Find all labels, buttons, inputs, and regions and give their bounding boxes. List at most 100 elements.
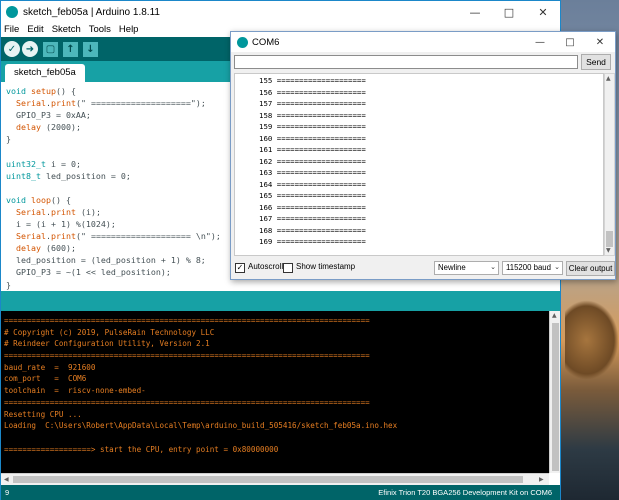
baud-rate-select[interactable]: 115200 baud ⌄ bbox=[502, 261, 563, 275]
serial-output-line: 160 ==================== bbox=[259, 133, 366, 143]
maximize-icon[interactable]: □ bbox=[492, 1, 526, 23]
console-line: # Copyright (c) 2019, PulseRain Technolo… bbox=[4, 327, 215, 337]
minimize-icon[interactable]: — bbox=[458, 1, 492, 23]
serial-scrollbar[interactable]: ▲ ▼ bbox=[604, 73, 615, 256]
serial-output-line: 168 ==================== bbox=[259, 225, 366, 235]
code-token: uint8_t bbox=[6, 170, 41, 181]
scroll-right-icon[interactable]: ▶ bbox=[539, 476, 544, 483]
menu-edit[interactable]: Edit bbox=[27, 23, 43, 37]
code-token: void bbox=[6, 86, 26, 96]
wallpaper-rock-arch bbox=[565, 300, 619, 380]
serial-output-line: 165 ==================== bbox=[259, 191, 366, 200]
verify-check-icon[interactable]: ✓ bbox=[4, 41, 20, 57]
serial-output-line: 162 ==================== bbox=[259, 156, 366, 166]
console-vscroll-thumb[interactable] bbox=[552, 323, 559, 471]
console-line: # Reindeer Configuration Utility, Versio… bbox=[4, 339, 210, 349]
chevron-down-icon: ⌄ bbox=[554, 264, 560, 271]
console-line: Loading C:\Users\Robert\AppData\Local\Te… bbox=[4, 421, 398, 431]
chevron-down-icon: ⌄ bbox=[490, 264, 496, 271]
console-line: ===================> start the CPU, entr… bbox=[4, 444, 279, 454]
serial-output-line: 164 ==================== bbox=[259, 179, 366, 189]
code-token: Serial bbox=[16, 231, 46, 242]
clear-output-button[interactable]: Clear output bbox=[566, 261, 615, 276]
menu-sketch[interactable]: Sketch bbox=[52, 23, 81, 37]
autoscroll-label: Autoscroll bbox=[248, 262, 284, 271]
console-line: ========================================… bbox=[4, 397, 370, 407]
code-token: (600); bbox=[40, 243, 76, 254]
close-icon[interactable]: ✕ bbox=[526, 1, 560, 23]
scroll-left-icon[interactable]: ◀ bbox=[4, 476, 9, 483]
serial-scroll-thumb[interactable] bbox=[606, 231, 613, 247]
console-horizontal-scrollbar[interactable]: ◀ ▶ bbox=[1, 473, 549, 485]
close-icon[interactable]: ✕ bbox=[585, 32, 615, 52]
scroll-down-icon[interactable]: ▼ bbox=[606, 247, 611, 254]
serial-window-controls: — □ ✕ bbox=[525, 32, 615, 52]
code-token: loop bbox=[30, 194, 51, 205]
timestamp-label: Show timestamp bbox=[296, 262, 356, 271]
upload-arrow-icon[interactable]: ➜ bbox=[22, 41, 38, 57]
serial-output-line: 158 ==================== bbox=[259, 110, 366, 120]
code-token: print bbox=[50, 231, 76, 242]
console-line: ========================================… bbox=[4, 316, 370, 325]
new-file-icon[interactable]: ▢ bbox=[43, 41, 58, 57]
serial-output-line: 159 ==================== bbox=[259, 122, 366, 131]
console-line: baud_rate = 921600 bbox=[4, 362, 96, 372]
arduino-app-icon bbox=[237, 36, 248, 48]
serial-output-line: 155 ==================== bbox=[259, 76, 366, 85]
code-token: print bbox=[50, 206, 76, 217]
serial-output-line: 161 ==================== bbox=[259, 145, 366, 154]
send-button[interactable]: Send bbox=[581, 54, 611, 70]
code-token: GPIO_P3 = ~(1 << led_position); bbox=[6, 267, 171, 278]
code-line[interactable]: } bbox=[6, 279, 560, 291]
line-ending-value: Newline bbox=[438, 263, 466, 272]
console-line: toolchain = riscv-none-embed- bbox=[4, 386, 146, 396]
maximize-icon[interactable]: □ bbox=[555, 32, 585, 52]
open-file-icon[interactable]: ↑ bbox=[63, 41, 78, 57]
status-board-info: Efinix Trion T20 BGA256 Development Kit … bbox=[378, 488, 552, 497]
serial-titlebar: COM6 — □ ✕ bbox=[231, 32, 615, 52]
serial-bottom-bar: ✓ Autoscroll Show timestamp Newline ⌄ 11… bbox=[231, 259, 615, 279]
code-token: (" ===================="); bbox=[75, 98, 206, 109]
code-token: Serial bbox=[16, 98, 46, 109]
code-token: (" ==================== \n"); bbox=[75, 231, 221, 242]
baud-rate-value: 115200 baud bbox=[506, 263, 551, 272]
minimize-icon[interactable]: — bbox=[525, 32, 555, 52]
serial-send-input[interactable] bbox=[234, 55, 578, 69]
code-token: print bbox=[50, 98, 76, 109]
code-token: Serial bbox=[16, 206, 46, 217]
menu-help[interactable]: Help bbox=[119, 23, 139, 37]
serial-output-line: 157 ==================== bbox=[259, 99, 366, 108]
serial-output-line: 167 ==================== bbox=[259, 214, 366, 223]
autoscroll-checkbox[interactable]: ✓ bbox=[235, 263, 245, 273]
code-token: () { bbox=[55, 86, 76, 96]
scroll-up-icon[interactable]: ▲ bbox=[552, 312, 557, 319]
status-line-number: 9 bbox=[5, 488, 10, 497]
ide-window-title: sketch_feb05a | Arduino 1.8.11 bbox=[23, 6, 160, 18]
console-hscroll-thumb[interactable] bbox=[13, 476, 523, 483]
console-line: ========================================… bbox=[4, 351, 370, 361]
menu-tools[interactable]: Tools bbox=[89, 23, 111, 37]
timestamp-checkbox[interactable] bbox=[283, 263, 293, 273]
tab-sketch[interactable]: sketch_feb05a bbox=[5, 64, 85, 82]
serial-output-area: 155 ==================== 156 ============… bbox=[234, 73, 604, 256]
save-file-icon[interactable]: ↓ bbox=[83, 41, 98, 57]
ide-titlebar: sketch_feb05a | Arduino 1.8.11 — □ ✕ bbox=[1, 1, 560, 23]
code-token: setup bbox=[30, 86, 56, 96]
editor-console-divider[interactable] bbox=[1, 291, 560, 311]
arduino-app-icon bbox=[6, 6, 18, 18]
serial-window-title: COM6 bbox=[252, 36, 280, 48]
serial-output-line: 166 ==================== bbox=[259, 202, 366, 212]
scroll-up-icon[interactable]: ▲ bbox=[606, 75, 611, 82]
code-token: i = (i + 1) %(1024); bbox=[6, 219, 116, 230]
console-line: com_port = COM6 bbox=[4, 374, 87, 384]
output-console: ========================================… bbox=[1, 311, 549, 473]
line-ending-select[interactable]: Newline ⌄ bbox=[434, 261, 499, 275]
code-token: GPIO_P3 = 0xAA; bbox=[6, 110, 91, 121]
code-token: delay bbox=[16, 122, 41, 133]
menu-file[interactable]: File bbox=[4, 23, 19, 37]
console-vertical-scrollbar[interactable]: ▲ bbox=[549, 311, 560, 473]
